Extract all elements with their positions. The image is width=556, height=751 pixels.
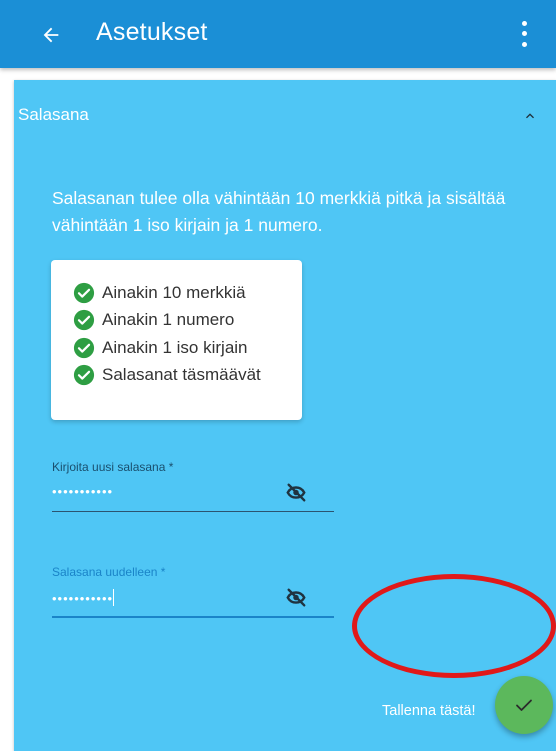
save-button[interactable] [495, 676, 553, 734]
save-hint-text: Tallenna tästä! [382, 703, 476, 719]
password-requirements-card: Ainakin 10 merkkiä Ainakin 1 numero Aina… [51, 260, 302, 420]
requirement-length: Ainakin 10 merkkiä [73, 279, 302, 307]
chevron-up-icon[interactable] [522, 108, 538, 124]
section-title: Salasana [18, 105, 89, 124]
password-panel: Salasana Salasanan tulee olla vähintään … [14, 80, 556, 751]
overflow-menu-button[interactable] [514, 18, 534, 50]
new-password-input[interactable]: ••••••••••• [52, 484, 113, 499]
app-bar: Asetukset [0, 0, 556, 68]
eye-off-icon[interactable] [283, 587, 309, 609]
check-circle-icon [73, 365, 95, 386]
password-panel-header[interactable]: Salasana [14, 80, 556, 154]
confirm-password-underline [52, 616, 334, 618]
confirm-password-label: Salasana uudelleen * [52, 565, 166, 579]
page-title: Asetukset [96, 18, 208, 46]
requirement-label: Salasanat täsmäävät [102, 365, 261, 385]
confirm-password-field[interactable]: Salasana uudelleen * ••••••••••• [52, 565, 334, 621]
new-password-underline [52, 511, 334, 512]
confirm-password-value: ••••••••••• [52, 591, 114, 606]
password-rule-text: Salasanan tulee olla vähintään 10 merkki… [52, 188, 506, 235]
requirement-match: Salasanat täsmäävät [73, 362, 302, 390]
confirm-password-input[interactable]: ••••••••••• [52, 589, 115, 606]
check-circle-icon [73, 337, 95, 358]
eye-off-icon[interactable] [283, 482, 309, 504]
requirement-label: Ainakin 10 merkkiä [102, 282, 246, 302]
arrow-left-icon [43, 27, 59, 43]
new-password-label: Kirjoita uusi salasana * [52, 460, 174, 474]
requirement-label: Ainakin 1 numero [102, 310, 235, 330]
check-circle-icon [73, 282, 95, 303]
requirement-uppercase: Ainakin 1 iso kirjain [73, 334, 302, 362]
requirement-label: Ainakin 1 iso kirjain [102, 337, 248, 357]
requirement-number: Ainakin 1 numero [73, 307, 302, 335]
more-vertical-icon [521, 20, 527, 26]
check-circle-icon [73, 310, 95, 331]
back-button[interactable] [36, 20, 66, 50]
check-icon [516, 699, 532, 711]
new-password-field[interactable]: Kirjoita uusi salasana * ••••••••••• [52, 460, 334, 516]
text-caret [113, 589, 115, 606]
